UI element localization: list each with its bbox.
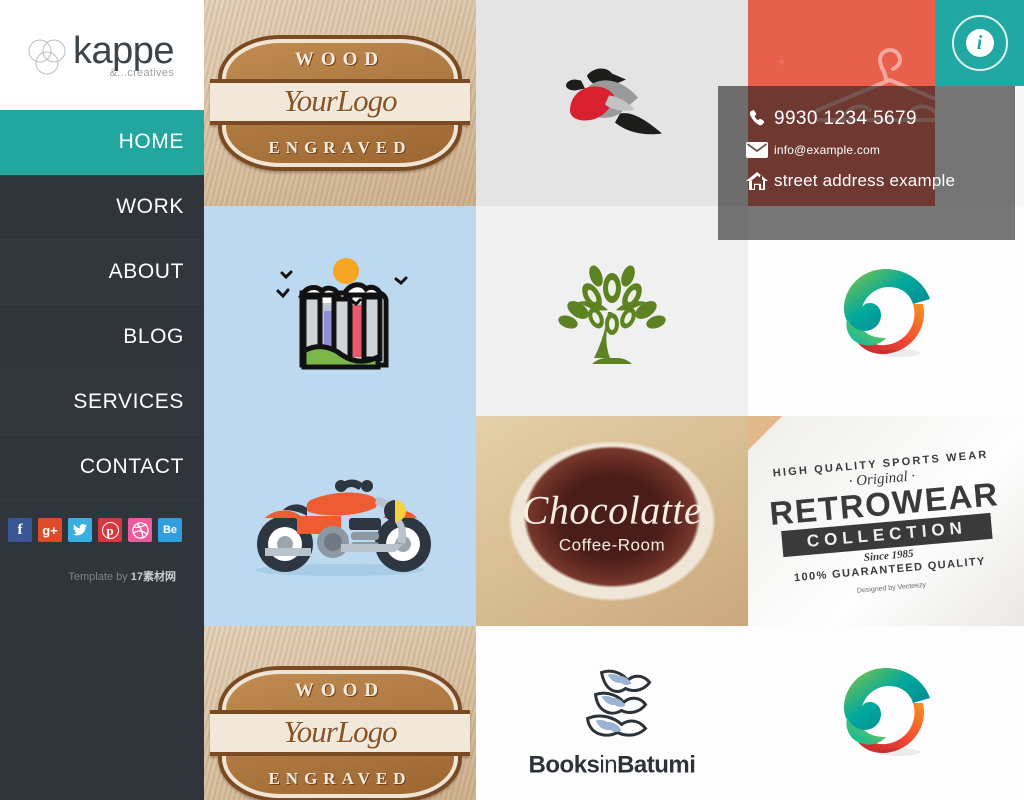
contact-address-value[interactable]: street address example — [774, 170, 1015, 191]
dribbble-icon[interactable] — [128, 518, 152, 542]
pinterest-icon[interactable]: p — [98, 518, 122, 542]
portfolio-tile-books-in-batumi[interactable]: BooksinBatumi — [476, 626, 748, 800]
contact-address-row: street address example — [740, 170, 1015, 191]
nav-label: WORK — [116, 195, 184, 218]
portfolio-tile-wood-engraved-2[interactable]: WOOD YourLogo ENGRAVED — [204, 626, 476, 800]
nav-label: SERVICES — [73, 390, 184, 413]
sidebar-item-contact[interactable]: CONTACT — [0, 435, 204, 500]
facebook-glyph: f — [17, 521, 23, 538]
facebook-icon[interactable]: f — [8, 518, 32, 542]
nav-label: ABOUT — [108, 260, 184, 283]
portfolio-tile-castle-landscape[interactable] — [204, 206, 476, 416]
main-navigation: HOME WORK ABOUT BLOG SERVICES CONTACT — [0, 110, 204, 500]
info-tile[interactable]: i — [935, 0, 1024, 86]
book-wave-icon — [586, 670, 652, 738]
home-icon — [740, 170, 774, 191]
castle-landscape-icon — [276, 258, 408, 370]
wood-engraved-badge: WOOD YourLogo ENGRAVED — [210, 39, 470, 167]
info-icon: i — [965, 29, 994, 57]
badge-bottom-text: ENGRAVED — [268, 768, 412, 788]
gradient-swirl-icon-2 — [844, 667, 930, 756]
portfolio-tile-motorcycle[interactable] — [204, 416, 476, 626]
sidebar-item-home[interactable]: HOME — [0, 110, 204, 175]
sidebar: kappe &...creatives HOME WORK ABOUT BLOG… — [0, 0, 204, 800]
contact-email-value[interactable]: info@example.com — [774, 143, 880, 157]
books-in-batumi-logo: BooksinBatumi — [529, 667, 696, 780]
contact-phone-row: 9930 1234 5679 — [740, 108, 1015, 130]
books-word-a: Books — [528, 751, 600, 779]
chocolatte-subtitle: Coffee-Room — [558, 535, 666, 555]
badge-bottom-text: ENGRAVED — [268, 138, 412, 157]
google-plus-glyph: g+ — [42, 522, 58, 538]
retrowear-logo: HIGH QUALITY SPORTS WEAR · Original · RE… — [766, 448, 1007, 602]
sidebar-item-about[interactable]: ABOUT — [0, 240, 204, 305]
portfolio-tile-wood-engraved[interactable]: WOOD YourLogo ENGRAVED — [204, 0, 476, 206]
three-circles-mark-icon — [27, 37, 67, 79]
credit-prefix: Template by — [68, 571, 131, 583]
motorcycle-icon — [255, 479, 431, 576]
badge-top-text: WOOD — [294, 49, 386, 70]
gradient-swirl-icon — [844, 269, 930, 357]
social-links: f g+ p Be — [0, 500, 204, 542]
sidebar-item-work[interactable]: WORK — [0, 175, 204, 240]
badge-mid-text: YourLogo — [283, 713, 397, 749]
credit-link[interactable]: 17素材网 — [131, 571, 176, 583]
olive-tree-icon — [558, 265, 666, 364]
contact-email-row: info@example.com — [740, 142, 1015, 158]
behance-glyph: Be — [162, 523, 178, 536]
portfolio-tile-retrowear[interactable]: HIGH QUALITY SPORTS WEAR · Original · RE… — [748, 416, 1024, 626]
nav-label: HOME — [118, 130, 184, 153]
pinterest-glyph: p — [101, 521, 119, 539]
behance-icon[interactable]: Be — [158, 518, 182, 542]
books-in-batumi-name: BooksinBatumi — [529, 752, 696, 780]
google-plus-icon[interactable]: g+ — [38, 518, 62, 542]
badge-top-text: WOOD — [294, 679, 386, 701]
twitter-icon[interactable] — [68, 518, 92, 542]
portfolio-tile-chocolatte[interactable]: Chocolatte Coffee-Room — [476, 416, 748, 626]
portfolio-tile-tree-logo[interactable] — [476, 206, 748, 416]
template-credit: Template by 17素材网 — [0, 568, 204, 584]
logo-wordmark: kappe — [72, 30, 175, 72]
bullfinch-bird-icon — [566, 68, 662, 135]
phone-icon — [740, 109, 774, 129]
page-root: kappe &...creatives HOME WORK ABOUT BLOG… — [0, 0, 1024, 800]
wood-engraved-badge-2: WOOD YourLogo ENGRAVED — [210, 669, 470, 798]
books-word-c: Batumi — [617, 751, 696, 779]
sidebar-item-blog[interactable]: BLOG — [0, 305, 204, 370]
books-word-b: in — [599, 751, 618, 779]
chocolatte-name: Chocolatte — [521, 487, 703, 533]
info-button[interactable]: i — [951, 15, 1008, 71]
dribbble-ball-glyph — [131, 521, 149, 539]
contact-info-panel: 9930 1234 5679 info@example.com street a… — [718, 86, 1015, 240]
badge-mid-text: YourLogo — [283, 83, 397, 118]
nav-label: BLOG — [123, 325, 184, 348]
sidebar-item-services[interactable]: SERVICES — [0, 370, 204, 435]
portfolio-tile-bird-logo[interactable] — [476, 0, 748, 206]
contact-phone-value[interactable]: 9930 1234 5679 — [774, 108, 917, 130]
envelope-icon — [740, 142, 774, 158]
portfolio-tile-gradient-swirl-2[interactable] — [748, 626, 1024, 800]
chocolatte-logo: Chocolatte Coffee-Room — [522, 487, 703, 556]
logo[interactable]: kappe &...creatives — [0, 0, 204, 110]
twitter-bird-glyph — [73, 524, 87, 536]
nav-label: CONTACT — [79, 455, 184, 478]
